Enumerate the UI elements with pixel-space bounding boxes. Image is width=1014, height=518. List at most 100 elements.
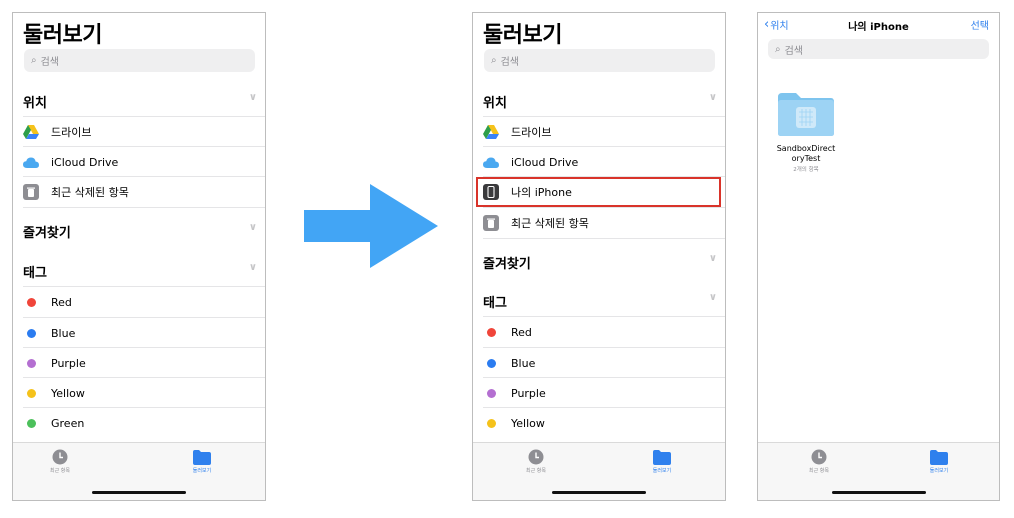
tag-dot [27,297,36,307]
tag-item-green[interactable]: Green [23,408,265,438]
search-placeholder: 검색 [500,57,520,68]
tag-label: Blue [511,356,536,370]
section-tags[interactable]: 태그 ∨ [483,291,717,311]
tag-item-blue[interactable]: Blue [483,348,725,378]
search-placeholder: 검색 [40,57,60,68]
search-input[interactable]: ⌕ 검색 [768,39,989,59]
tag-dot [487,358,496,368]
location-label: iCloud Drive [51,155,119,169]
files-browse-screen-with-iphone: 둘러보기 ⌕ 검색 위치 ∨ 드라이브 iCloud Drive 나의 iPho… [472,12,726,501]
tag-dot [487,388,496,398]
location-item-drive[interactable]: 드라이브 [23,117,265,147]
page-title: 둘러보기 [23,23,102,48]
tag-item-blue[interactable]: Blue [23,318,265,348]
location-item-drive[interactable]: 드라이브 [483,117,725,147]
section-tags[interactable]: 태그 ∨ [23,261,257,281]
section-favorites[interactable]: 즐겨찾기 ∨ [483,252,717,272]
clock-icon [810,449,828,465]
tag-label: Red [511,325,532,339]
location-item-icloud[interactable]: iCloud Drive [483,147,725,177]
files-browse-screen: 둘러보기 ⌕ 검색 위치 ∨ 드라이브 iCloud Drive 최근 삭제된 … [12,12,266,501]
location-item-recently-deleted[interactable]: 최근 삭제된 항목 [23,177,265,207]
chevron-down-icon: ∨ [248,222,257,233]
folder-icon [930,449,948,465]
folder-icon [653,449,671,465]
folder-name-line2: oryTest [791,154,821,163]
section-favorites[interactable]: 즐겨찾기 ∨ [23,221,257,241]
tab-label: 최근 항목 [809,468,829,474]
tag-label: Purple [51,356,86,370]
select-button[interactable]: 선택 [971,17,989,32]
tab-browse[interactable]: 둘러보기 [637,449,687,474]
section-title: 즐겨찾기 [483,256,531,272]
google-drive-icon [483,124,499,140]
tab-label: 최근 항목 [526,468,546,474]
tag-item-yellow[interactable]: Yellow [23,378,265,408]
tag-dot [27,418,36,428]
tag-label: Red [51,295,72,309]
tag-label: Blue [51,326,76,340]
tab-label: 둘러보기 [192,468,212,474]
tag-item-red[interactable]: Red [23,287,265,317]
tab-browse[interactable]: 둘러보기 [914,449,964,474]
location-label: 드라이브 [51,126,92,139]
folder-name: SandboxDirect oryTest [766,144,846,164]
location-item-icloud[interactable]: iCloud Drive [23,147,265,177]
tag-item-purple[interactable]: Purple [23,348,265,378]
tag-dot [27,388,36,398]
chevron-down-icon: ∨ [708,92,717,103]
chevron-down-icon: ∨ [248,92,257,103]
tab-label: 둘러보기 [652,468,672,474]
tag-label: Green [51,416,85,430]
arrow-right-icon [304,184,438,268]
trash-icon [483,215,499,231]
cloud-icon [23,154,39,170]
tab-bar: 최근 항목 둘러보기 [473,442,725,500]
location-label: 최근 삭제된 항목 [51,186,129,199]
page-title: 둘러보기 [483,23,562,48]
home-indicator [92,491,186,494]
tag-dot [27,328,36,338]
divider [23,207,265,208]
chevron-down-icon: ∨ [248,262,257,273]
search-icon: ⌕ [491,55,497,66]
search-icon: ⌕ [31,55,37,66]
tag-label: Purple [511,386,546,400]
location-label: 드라이브 [511,126,552,139]
tab-recents[interactable]: 최근 항목 [511,449,561,474]
trash-icon [23,184,39,200]
tag-dot [487,327,496,337]
search-input[interactable]: ⌕ 검색 [24,49,255,72]
tab-browse[interactable]: 둘러보기 [177,449,227,474]
section-locations[interactable]: 위치 ∨ [23,91,257,111]
folder-icon [778,93,834,136]
tag-item-red[interactable]: Red [483,317,725,347]
section-title: 태그 [23,265,47,281]
location-label: 최근 삭제된 항목 [511,217,589,230]
chevron-down-icon: ∨ [708,292,717,303]
tag-label: Yellow [511,416,545,430]
tab-recents[interactable]: 최근 항목 [794,449,844,474]
tab-label: 둘러보기 [929,468,949,474]
home-indicator [831,491,926,494]
nav-title: 나의 iPhone [848,22,909,33]
tab-recents[interactable]: 최근 항목 [35,449,85,474]
tag-item-purple[interactable]: Purple [483,378,725,408]
clock-icon [51,449,69,465]
tab-bar: 최근 항목 둘러보기 [13,442,265,500]
folder-name-line1: SandboxDirect [776,144,836,153]
highlight-box [476,177,721,207]
folder-item[interactable]: SandboxDirect oryTest 2개의 항목 [766,91,846,173]
search-input[interactable]: ⌕ 검색 [484,49,715,72]
my-iphone-folder-screen: ‹ 위치 나의 iPhone 선택 ⌕ 검색 SandboxDirect ory… [757,12,1000,501]
search-placeholder: 검색 [784,45,804,57]
section-locations[interactable]: 위치 ∨ [483,91,717,111]
tab-label: 최근 항목 [50,468,70,474]
search-icon: ⌕ [775,43,781,55]
tab-bar: 최근 항목 둘러보기 [758,442,999,500]
section-title: 즐겨찾기 [23,225,71,241]
tag-item-yellow[interactable]: Yellow [483,408,725,438]
folder-icon [193,449,211,465]
location-item-recently-deleted[interactable]: 최근 삭제된 항목 [483,208,725,238]
folder-item-count: 2개의 항목 [793,167,819,173]
